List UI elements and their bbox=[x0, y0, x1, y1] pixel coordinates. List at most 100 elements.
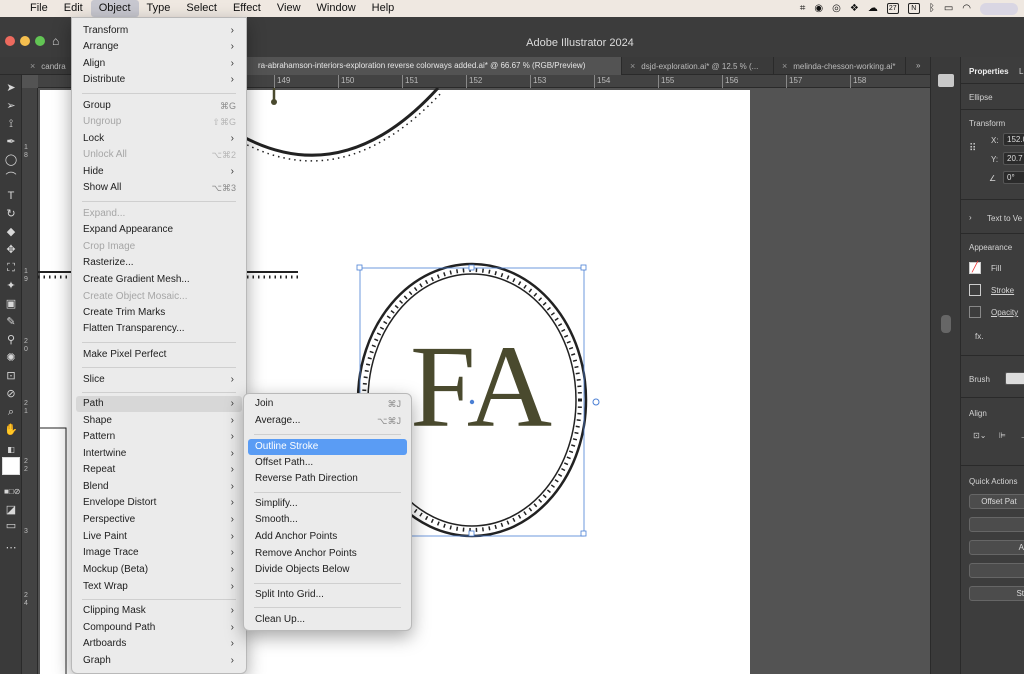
menu-item-create-trim-marks[interactable]: Create Trim Marks bbox=[76, 305, 242, 321]
menu-item-expand[interactable]: Expand... bbox=[76, 206, 242, 222]
menu-item-envelope-distort[interactable]: Envelope Distort › bbox=[76, 495, 242, 511]
draw-mode-icon[interactable]: ◪ bbox=[4, 503, 18, 517]
menu-item-align[interactable]: Align › bbox=[76, 56, 242, 72]
artboard-tool-icon[interactable]: ⊡ bbox=[4, 369, 18, 383]
menu-item-clipping-mask[interactable]: Clipping Mask › bbox=[76, 603, 242, 619]
menu-object[interactable]: Object bbox=[90, 0, 139, 17]
menu-item-pattern[interactable]: Pattern › bbox=[76, 429, 242, 445]
submenu-item-simplify[interactable]: Simplify... bbox=[248, 496, 407, 512]
selection-handle[interactable] bbox=[580, 264, 587, 271]
menu-item-unlock-all[interactable]: Unlock All ⌥⌘2 bbox=[76, 147, 242, 163]
reference-point-icon[interactable]: ⠿ bbox=[969, 143, 976, 154]
menu-item-hide[interactable]: Hide › bbox=[76, 164, 242, 180]
menu-item-rasterize[interactable]: Rasterize... bbox=[76, 255, 242, 271]
chevron-right-icon[interactable]: › bbox=[969, 213, 972, 222]
tray-wifi-icon[interactable]: ◠ bbox=[962, 3, 971, 14]
screen-mode-icon[interactable]: ▭ bbox=[4, 519, 18, 533]
blend-tool-icon[interactable]: ⚲ bbox=[4, 333, 18, 347]
opacity-icon[interactable] bbox=[969, 306, 981, 318]
menu-item-crop-image[interactable]: Crop Image bbox=[76, 239, 242, 255]
submenu-item-offset-path[interactable]: Offset Path... bbox=[248, 455, 407, 471]
submenu-item-clean-up[interactable]: Clean Up... bbox=[248, 612, 407, 628]
menu-item-text-wrap[interactable]: Text Wrap › bbox=[76, 579, 242, 595]
tab-abrahamson-interiors[interactable]: ra-abrahamson-interiors-exploration reve… bbox=[246, 57, 622, 75]
direct-selection-tool-icon[interactable]: ➢ bbox=[4, 99, 18, 113]
selection-handle[interactable] bbox=[356, 264, 363, 271]
more-tools-icon[interactable]: ⋯ bbox=[4, 541, 18, 555]
tab-melinda-chesson[interactable]: × melinda-chesson-working.ai* bbox=[774, 57, 906, 75]
menu-effect[interactable]: Effect bbox=[225, 0, 269, 17]
default-colors-icon[interactable]: ◧ bbox=[4, 443, 18, 457]
tray-activity-icon[interactable]: ◎ bbox=[832, 3, 841, 14]
y-field[interactable]: 20.7 bbox=[1003, 152, 1024, 165]
submenu-item-smooth[interactable]: Smooth... bbox=[248, 512, 407, 528]
menu-item-live-paint[interactable]: Live Paint › bbox=[76, 529, 242, 545]
quick-action-st-button[interactable]: St bbox=[969, 586, 1024, 601]
tab-dsjd-exploration[interactable]: × dsjd-exploration.ai* @ 12.5 % (... bbox=[622, 57, 774, 75]
gradient-tool-icon[interactable]: ▣ bbox=[4, 297, 18, 311]
stroke-swatch-icon[interactable] bbox=[969, 284, 981, 296]
selection-tool-icon[interactable]: ➤ bbox=[4, 81, 18, 95]
menu-item-flatten-transparency[interactable]: Flatten Transparency... bbox=[76, 321, 242, 337]
submenu-item-split-into-grid[interactable]: Split Into Grid... bbox=[248, 587, 407, 603]
ellipse-tool-icon[interactable]: ◯ bbox=[4, 153, 18, 167]
tray-calendar-icon[interactable]: 27 bbox=[886, 3, 899, 14]
menu-item-perspective[interactable]: Perspective › bbox=[76, 512, 242, 528]
curvature-tool-icon[interactable]: ⌒ bbox=[4, 171, 18, 185]
submenu-item-reverse-path-direction[interactable]: Reverse Path Direction bbox=[248, 471, 407, 487]
submenu-item-average[interactable]: Average... ⌥⌘J bbox=[248, 413, 407, 429]
color-mode-icon[interactable]: ■□⊘ bbox=[4, 485, 20, 499]
opacity-label[interactable]: Opacity bbox=[991, 308, 1018, 317]
tab-candra[interactable]: × candra bbox=[22, 57, 72, 75]
menu-item-compound-path[interactable]: Compound Path › bbox=[76, 620, 242, 636]
quick-action-button[interactable] bbox=[969, 517, 1024, 532]
free-transform-tool-icon[interactable]: ⛶ bbox=[4, 261, 18, 275]
more-tabs-icon[interactable]: » bbox=[910, 57, 930, 75]
tray-pill[interactable] bbox=[980, 2, 1018, 15]
decorative-arc[interactable] bbox=[227, 88, 440, 157]
width-tool-icon[interactable]: ✥ bbox=[4, 243, 18, 257]
tray-cloud-icon[interactable]: ☁ bbox=[868, 3, 878, 14]
x-field[interactable]: 152.0 bbox=[1003, 133, 1024, 146]
fx-icon[interactable]: fx. bbox=[975, 332, 983, 341]
selection-handle[interactable] bbox=[580, 530, 587, 537]
menu-type[interactable]: Type bbox=[139, 0, 179, 17]
menu-item-show-all[interactable]: Show All ⌥⌘3 bbox=[76, 180, 242, 196]
close-tab-icon[interactable]: × bbox=[782, 61, 787, 71]
comments-icon[interactable] bbox=[938, 74, 954, 87]
menu-help[interactable]: Help bbox=[364, 0, 403, 17]
selection-handle[interactable] bbox=[468, 530, 475, 537]
panel-scrollbar[interactable] bbox=[941, 315, 951, 333]
menu-view[interactable]: View bbox=[269, 0, 309, 17]
submenu-item-outline-stroke[interactable]: Outline Stroke bbox=[248, 439, 407, 455]
menu-select[interactable]: Select bbox=[178, 0, 225, 17]
tray-record-icon[interactable]: ◉ bbox=[814, 3, 823, 14]
tray-bluetooth-icon[interactable]: ᛒ bbox=[929, 3, 935, 14]
menu-window[interactable]: Window bbox=[309, 0, 364, 17]
close-tab-icon[interactable]: × bbox=[30, 61, 35, 71]
type-tool-icon[interactable]: T bbox=[4, 189, 18, 203]
submenu-item-join[interactable]: Join ⌘J bbox=[248, 396, 407, 412]
submenu-item-add-anchor-points[interactable]: Add Anchor Points bbox=[248, 529, 407, 545]
fill-swatch[interactable] bbox=[2, 457, 20, 475]
menu-item-make-pixel-perfect[interactable]: Make Pixel Perfect bbox=[76, 347, 242, 363]
offset-path-button[interactable]: Offset Pat bbox=[969, 494, 1024, 509]
menu-item-intertwine[interactable]: Intertwine › bbox=[76, 446, 242, 462]
brush-picker[interactable] bbox=[1005, 372, 1024, 385]
text-to-vector-label[interactable]: Text to Ve bbox=[987, 214, 1022, 223]
quick-action-button[interactable] bbox=[969, 563, 1024, 578]
menu-edit[interactable]: Edit bbox=[56, 0, 91, 17]
menu-item-arrange[interactable]: Arrange › bbox=[76, 39, 242, 55]
lasso-tool-icon[interactable]: ⟟ bbox=[4, 117, 18, 131]
menu-item-image-trace[interactable]: Image Trace › bbox=[76, 545, 242, 561]
rotation-handle[interactable] bbox=[592, 398, 600, 406]
menu-file[interactable]: File bbox=[22, 0, 56, 17]
zoom-tool-icon[interactable]: ⌕ bbox=[4, 405, 18, 419]
menu-item-ungroup[interactable]: Ungroup ⇧⌘G bbox=[76, 114, 242, 130]
fill-none-icon[interactable]: ╱ bbox=[969, 262, 981, 274]
menu-item-path[interactable]: Path › bbox=[76, 396, 242, 412]
eraser-tool-icon[interactable]: ◆ bbox=[4, 225, 18, 239]
menu-item-repeat[interactable]: Repeat › bbox=[76, 462, 242, 478]
hand-tool-icon[interactable]: ✋ bbox=[4, 423, 18, 437]
menu-item-create-object-mosaic[interactable]: Create Object Mosaic... bbox=[76, 289, 242, 305]
